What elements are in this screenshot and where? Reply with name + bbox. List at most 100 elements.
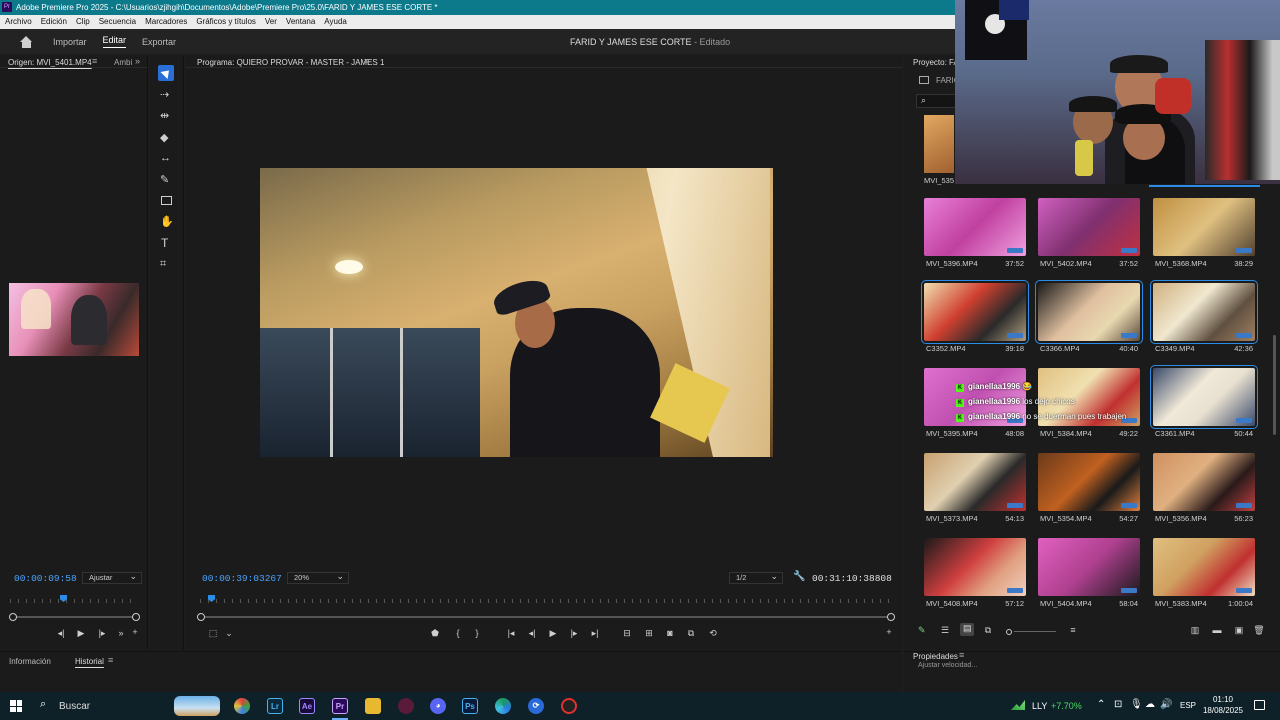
clip-thumbnail[interactable] bbox=[1153, 198, 1255, 256]
program-title[interactable]: Programa: QUIERO PROVAR - MASTER - JAMES… bbox=[197, 58, 384, 67]
hand-tool-icon[interactable]: ✋ bbox=[160, 215, 174, 228]
clip-thumbnail[interactable] bbox=[1038, 198, 1140, 256]
app-icon[interactable] bbox=[398, 698, 414, 714]
partial-clip-name[interactable]: MVI_535 bbox=[924, 176, 954, 185]
nav-importar[interactable]: Importar bbox=[53, 37, 87, 47]
mark-in-icon[interactable]: { bbox=[451, 628, 465, 638]
clip-item[interactable]: C3361.MP4 50:44 bbox=[1150, 365, 1261, 450]
obs-icon[interactable] bbox=[561, 698, 577, 714]
lift-icon[interactable]: ⊟ bbox=[620, 628, 634, 639]
razor-tool-icon[interactable]: ◆ bbox=[160, 131, 168, 144]
menu-graficos[interactable]: Gráficos y títulos bbox=[196, 15, 256, 29]
project-tab[interactable]: Proyecto: FA bbox=[913, 58, 959, 67]
clip-item[interactable]: MVI_5396.MP4 37:52 bbox=[922, 196, 1032, 280]
tab-historial[interactable]: Historial bbox=[75, 657, 104, 666]
windows-start-icon[interactable] bbox=[10, 700, 22, 712]
add-button-icon[interactable]: + bbox=[128, 627, 142, 637]
network-icon[interactable]: ⊡ bbox=[1114, 699, 1122, 710]
mark-out-icon[interactable]: } bbox=[470, 628, 484, 638]
clip-thumbnail[interactable] bbox=[924, 538, 1026, 596]
discord-icon[interactable]: ◕ bbox=[430, 698, 446, 714]
clip-thumbnail[interactable] bbox=[1038, 453, 1140, 511]
step-back-icon[interactable]: ◂| bbox=[54, 628, 68, 639]
clip-thumbnail[interactable] bbox=[1153, 538, 1255, 596]
clip-thumbnail[interactable] bbox=[1150, 365, 1258, 429]
menu-ayuda[interactable]: Ayuda bbox=[324, 15, 347, 29]
clip-thumbnail[interactable] bbox=[924, 198, 1026, 256]
after-effects-icon[interactable]: Ae bbox=[299, 698, 315, 714]
go-to-in-icon[interactable]: |◂ bbox=[504, 628, 518, 639]
properties-tab[interactable]: Propiedades bbox=[913, 652, 958, 661]
partial-clip-thumbnail[interactable] bbox=[924, 115, 954, 173]
clip-item[interactable]: MVI_5402.MP4 37:52 bbox=[1036, 196, 1146, 280]
zoom-handle-right[interactable] bbox=[887, 613, 895, 621]
notification-icon[interactable] bbox=[1254, 700, 1265, 710]
stock-chart-icon[interactable] bbox=[1011, 700, 1025, 710]
multicam-icon[interactable]: ⧉ bbox=[684, 628, 698, 639]
selection-tool-icon[interactable] bbox=[158, 65, 174, 81]
step-back-icon[interactable]: ◂| bbox=[525, 628, 539, 639]
chevron-down-icon[interactable]: ⌄ bbox=[222, 628, 236, 639]
clock-date[interactable]: 18/08/2025 bbox=[1200, 706, 1246, 715]
source-timecode[interactable]: 00:00:09:58 bbox=[14, 573, 77, 584]
copilot-icon[interactable] bbox=[234, 698, 250, 714]
clip-item[interactable]: MVI_5408.MP4 57:12 bbox=[922, 536, 1032, 620]
panel-menu-icon[interactable]: ≡ bbox=[108, 655, 113, 665]
stock-symbol[interactable]: LLY bbox=[1032, 701, 1047, 711]
menu-ventana[interactable]: Ventana bbox=[286, 15, 315, 29]
clip-thumbnail[interactable] bbox=[921, 280, 1029, 344]
stock-change[interactable]: +7.70% bbox=[1051, 701, 1082, 711]
file-explorer-icon[interactable] bbox=[365, 698, 381, 714]
clip-item[interactable]: MVI_5383.MP4 1:00:04 bbox=[1151, 536, 1261, 620]
pen-tool-icon[interactable]: ✎ bbox=[160, 173, 169, 186]
program-zoom-bar[interactable] bbox=[197, 613, 895, 621]
source-fit-select[interactable]: Ajustar bbox=[82, 571, 142, 584]
program-time-ruler[interactable] bbox=[200, 593, 890, 605]
nav-editar[interactable]: Editar bbox=[102, 35, 127, 48]
clock-time[interactable]: 01:10 bbox=[1210, 695, 1236, 704]
resolution-select[interactable]: 1/2 bbox=[729, 571, 783, 584]
menu-archivo[interactable]: Archivo bbox=[5, 15, 32, 29]
clip-item[interactable]: C3352.MP4 39:18 bbox=[921, 280, 1032, 365]
clip-item[interactable]: MVI_5356.MP4 56:23 bbox=[1151, 451, 1261, 535]
clip-thumbnail[interactable] bbox=[1038, 538, 1140, 596]
volume-icon[interactable]: 🔊 bbox=[1160, 699, 1172, 710]
export-frame-icon[interactable]: ◙ bbox=[663, 628, 677, 638]
go-to-out-icon[interactable]: ▸| bbox=[588, 628, 602, 639]
home-icon[interactable] bbox=[20, 35, 33, 48]
step-forward-icon[interactable]: |▸ bbox=[567, 628, 581, 639]
sort-icon[interactable]: ≡ bbox=[1066, 625, 1080, 635]
menu-marcadores[interactable]: Marcadores bbox=[145, 15, 187, 29]
ripple-edit-tool-icon[interactable]: ⇹ bbox=[160, 109, 169, 122]
source-zoom-bar[interactable] bbox=[9, 613, 140, 621]
nav-exportar[interactable]: Exportar bbox=[142, 37, 176, 47]
rectangle-tool-icon[interactable] bbox=[161, 196, 172, 205]
list-view-icon[interactable]: ☰ bbox=[938, 625, 952, 636]
edge-icon[interactable] bbox=[495, 698, 511, 714]
menu-edicion[interactable]: Edición bbox=[41, 15, 67, 29]
icon-view-button[interactable]: ▤ bbox=[960, 623, 974, 636]
more-panels-icon[interactable]: » bbox=[135, 56, 140, 66]
panel-menu-icon[interactable]: ≡ bbox=[92, 56, 97, 66]
cloud-icon[interactable]: ☁ bbox=[1145, 699, 1155, 710]
scrollbar[interactable] bbox=[1273, 335, 1276, 435]
new-item-icon[interactable]: ▣ bbox=[1232, 625, 1246, 636]
browser-icon[interactable]: ⟳ bbox=[528, 698, 544, 714]
microphone-icon[interactable]: 🎙 bbox=[1130, 699, 1143, 710]
taskbar-search[interactable]: ⌕ Buscar bbox=[32, 692, 222, 720]
play-icon[interactable]: ▶ bbox=[546, 628, 560, 639]
track-select-tool-icon[interactable]: ⇢ bbox=[160, 88, 169, 101]
photoshop-icon[interactable]: Ps bbox=[462, 698, 478, 714]
clip-thumbnail[interactable] bbox=[1035, 280, 1143, 344]
add-marker-icon[interactable]: ⬟ bbox=[428, 628, 442, 639]
more-controls-icon[interactable]: » bbox=[114, 628, 128, 638]
clip-item[interactable]: MVI_5373.MP4 54:13 bbox=[922, 451, 1032, 535]
clip-thumbnail[interactable] bbox=[924, 453, 1026, 511]
clip-item[interactable]: C3366.MP4 40:40 bbox=[1035, 280, 1146, 365]
thumb-size-slider[interactable] bbox=[1014, 631, 1056, 632]
slip-tool-icon[interactable]: ↔ bbox=[160, 152, 171, 164]
caption-tool-icon[interactable]: ⌗ bbox=[160, 258, 166, 271]
clip-thumbnail[interactable] bbox=[1153, 453, 1255, 511]
extract-icon[interactable]: ⊞ bbox=[642, 628, 656, 639]
thumb-size-knob[interactable] bbox=[1006, 629, 1012, 635]
